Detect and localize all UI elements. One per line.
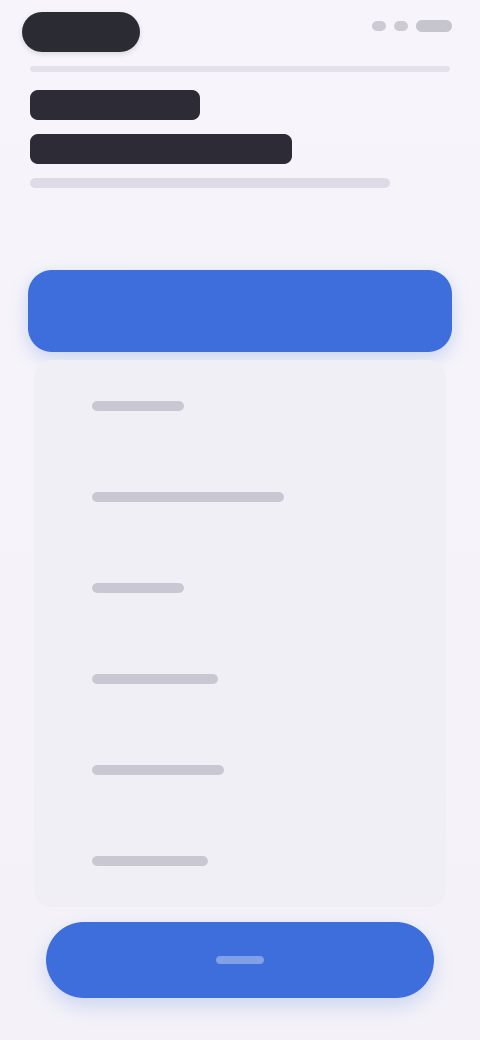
continue-button-label (216, 956, 264, 964)
battery-icon (416, 20, 452, 32)
list-item-label (92, 855, 208, 866)
status-pill (22, 12, 140, 52)
top-divider (30, 66, 450, 72)
page-title-line-2 (30, 134, 292, 164)
continue-button[interactable] (46, 922, 434, 998)
page-title-line-1 (30, 90, 200, 120)
header (30, 90, 440, 188)
wifi-icon (394, 21, 408, 31)
signal-icon (372, 21, 386, 31)
list-item[interactable] (34, 724, 446, 815)
list-item-label (92, 582, 184, 593)
page-subtitle (30, 178, 390, 188)
list-item-label (92, 491, 284, 502)
list-item[interactable] (34, 633, 446, 724)
list-item-label (92, 400, 184, 411)
status-icons (372, 20, 452, 32)
primary-option-button[interactable] (28, 270, 452, 352)
list-item[interactable] (34, 542, 446, 633)
list-item-label (92, 673, 218, 684)
options-list (34, 360, 446, 906)
list-item[interactable] (34, 360, 446, 451)
list-item[interactable] (34, 815, 446, 906)
list-item[interactable] (34, 451, 446, 542)
screen (0, 0, 480, 1040)
list-item-label (92, 764, 224, 775)
